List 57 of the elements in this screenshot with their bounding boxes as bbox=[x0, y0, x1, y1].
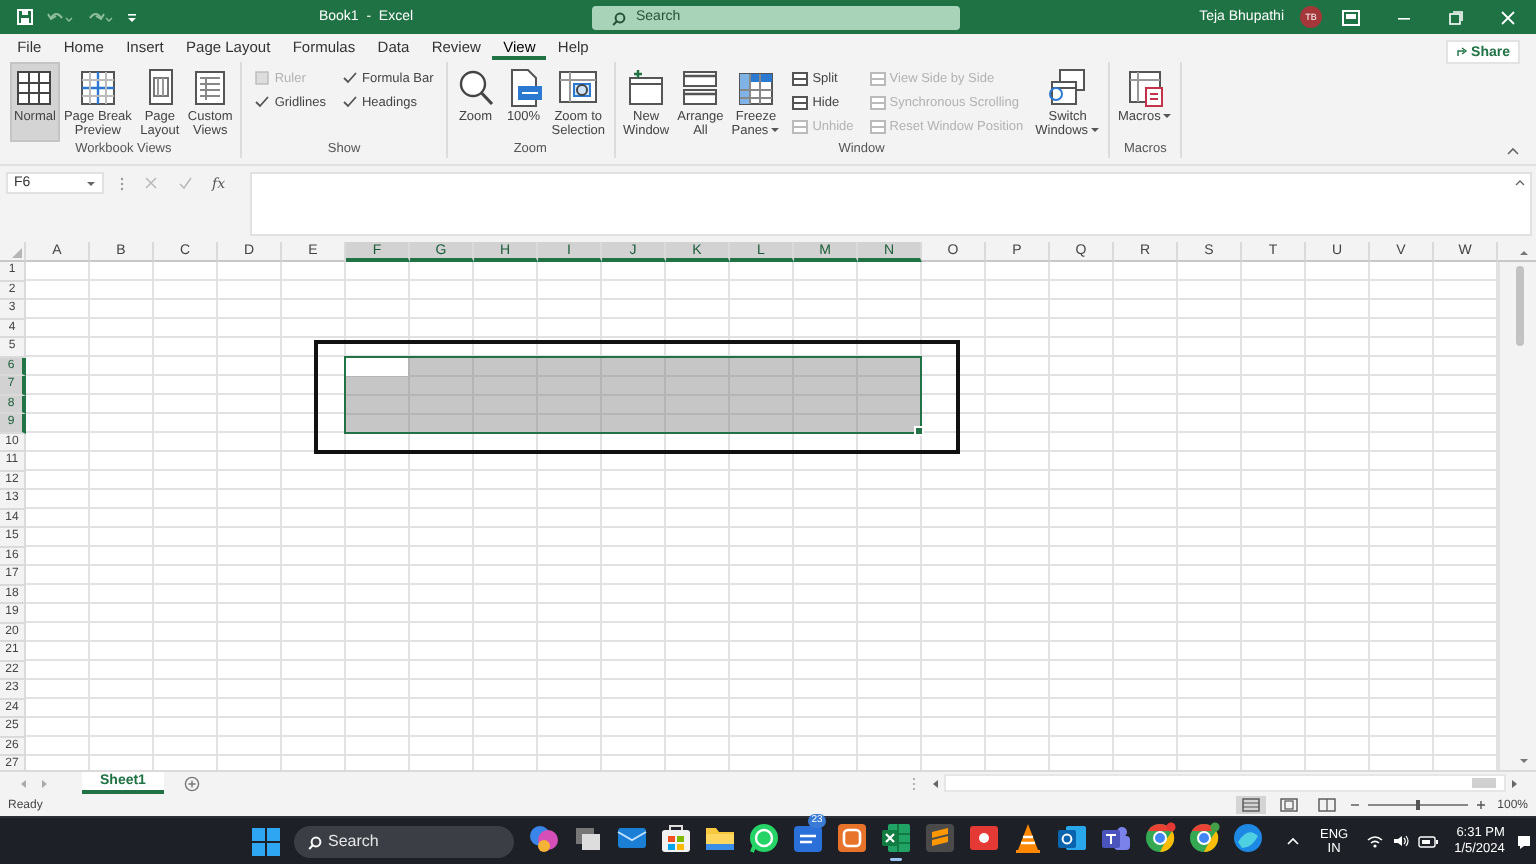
macro-icon bbox=[1125, 68, 1166, 108]
window-icon bbox=[792, 119, 809, 133]
restore-icon[interactable] bbox=[1448, 9, 1464, 25]
wifi-icon[interactable] bbox=[1366, 834, 1385, 848]
share-icon bbox=[1455, 46, 1468, 58]
freeze-grid-icon bbox=[735, 68, 776, 108]
window-icon bbox=[869, 119, 886, 133]
active-cell[interactable] bbox=[346, 357, 408, 375]
redo-icon[interactable] bbox=[86, 8, 114, 26]
battery-icon[interactable] bbox=[1418, 835, 1439, 847]
window-icon bbox=[869, 95, 886, 109]
save-icon[interactable] bbox=[16, 8, 34, 26]
stacked-windows-icon bbox=[680, 68, 721, 108]
checkbox[interactable] bbox=[254, 94, 271, 110]
page-break-view-icon[interactable] bbox=[1317, 798, 1336, 812]
zoom-slider-thumb[interactable] bbox=[1415, 800, 1420, 810]
ribbon-display-icon[interactable] bbox=[1342, 9, 1360, 25]
normal-view-icon[interactable] bbox=[1241, 798, 1260, 812]
close-icon[interactable] bbox=[1500, 9, 1516, 25]
scroll-up-icon[interactable] bbox=[1518, 248, 1530, 256]
zoom-in-icon[interactable] bbox=[1475, 800, 1486, 810]
customize-caret-icon[interactable] bbox=[126, 8, 138, 26]
horizontal-scrollbar[interactable] bbox=[944, 774, 1506, 792]
scroll-down-icon[interactable] bbox=[1518, 758, 1530, 766]
window-icon bbox=[869, 71, 886, 85]
zoom-slider[interactable] bbox=[1367, 800, 1468, 810]
page-lines-icon bbox=[190, 68, 231, 108]
windows-icon bbox=[1047, 68, 1088, 108]
checkbox[interactable] bbox=[341, 94, 358, 110]
page-grid-icon bbox=[77, 68, 118, 108]
checkbox[interactable] bbox=[341, 70, 358, 86]
new-window-icon bbox=[626, 68, 667, 108]
speaker-icon[interactable] bbox=[1392, 834, 1411, 848]
formula-input[interactable] bbox=[250, 172, 1532, 236]
window-icon bbox=[792, 71, 809, 85]
expand-icon[interactable] bbox=[1514, 178, 1526, 186]
magnifier-icon bbox=[455, 68, 496, 108]
page-layout-view-icon[interactable] bbox=[1279, 798, 1298, 812]
collapse-ribbon-icon[interactable] bbox=[1506, 146, 1520, 156]
undo-icon[interactable] bbox=[46, 8, 74, 26]
chevron-up-icon[interactable] bbox=[1286, 836, 1300, 846]
fill-handle[interactable] bbox=[914, 425, 924, 435]
spreadsheet-icon[interactable] bbox=[878, 820, 914, 862]
selected-range[interactable] bbox=[344, 355, 922, 433]
scroll-left-icon[interactable] bbox=[930, 777, 940, 789]
scrollbar-thumb[interactable] bbox=[1516, 266, 1524, 346]
add-sheet-icon[interactable] bbox=[183, 775, 200, 791]
drag-handle-icon[interactable] bbox=[120, 175, 124, 191]
zoom-out-icon[interactable] bbox=[1349, 800, 1360, 810]
scroll-right-icon[interactable] bbox=[1510, 777, 1520, 789]
start-icon[interactable] bbox=[252, 827, 280, 855]
notification-icon[interactable] bbox=[1516, 833, 1533, 849]
search-field[interactable]: Search bbox=[294, 825, 514, 857]
zoom-selection-icon bbox=[558, 68, 599, 108]
window-icon bbox=[792, 95, 809, 109]
grid-icon bbox=[14, 68, 55, 108]
dropdown-caret-icon[interactable] bbox=[86, 179, 96, 187]
